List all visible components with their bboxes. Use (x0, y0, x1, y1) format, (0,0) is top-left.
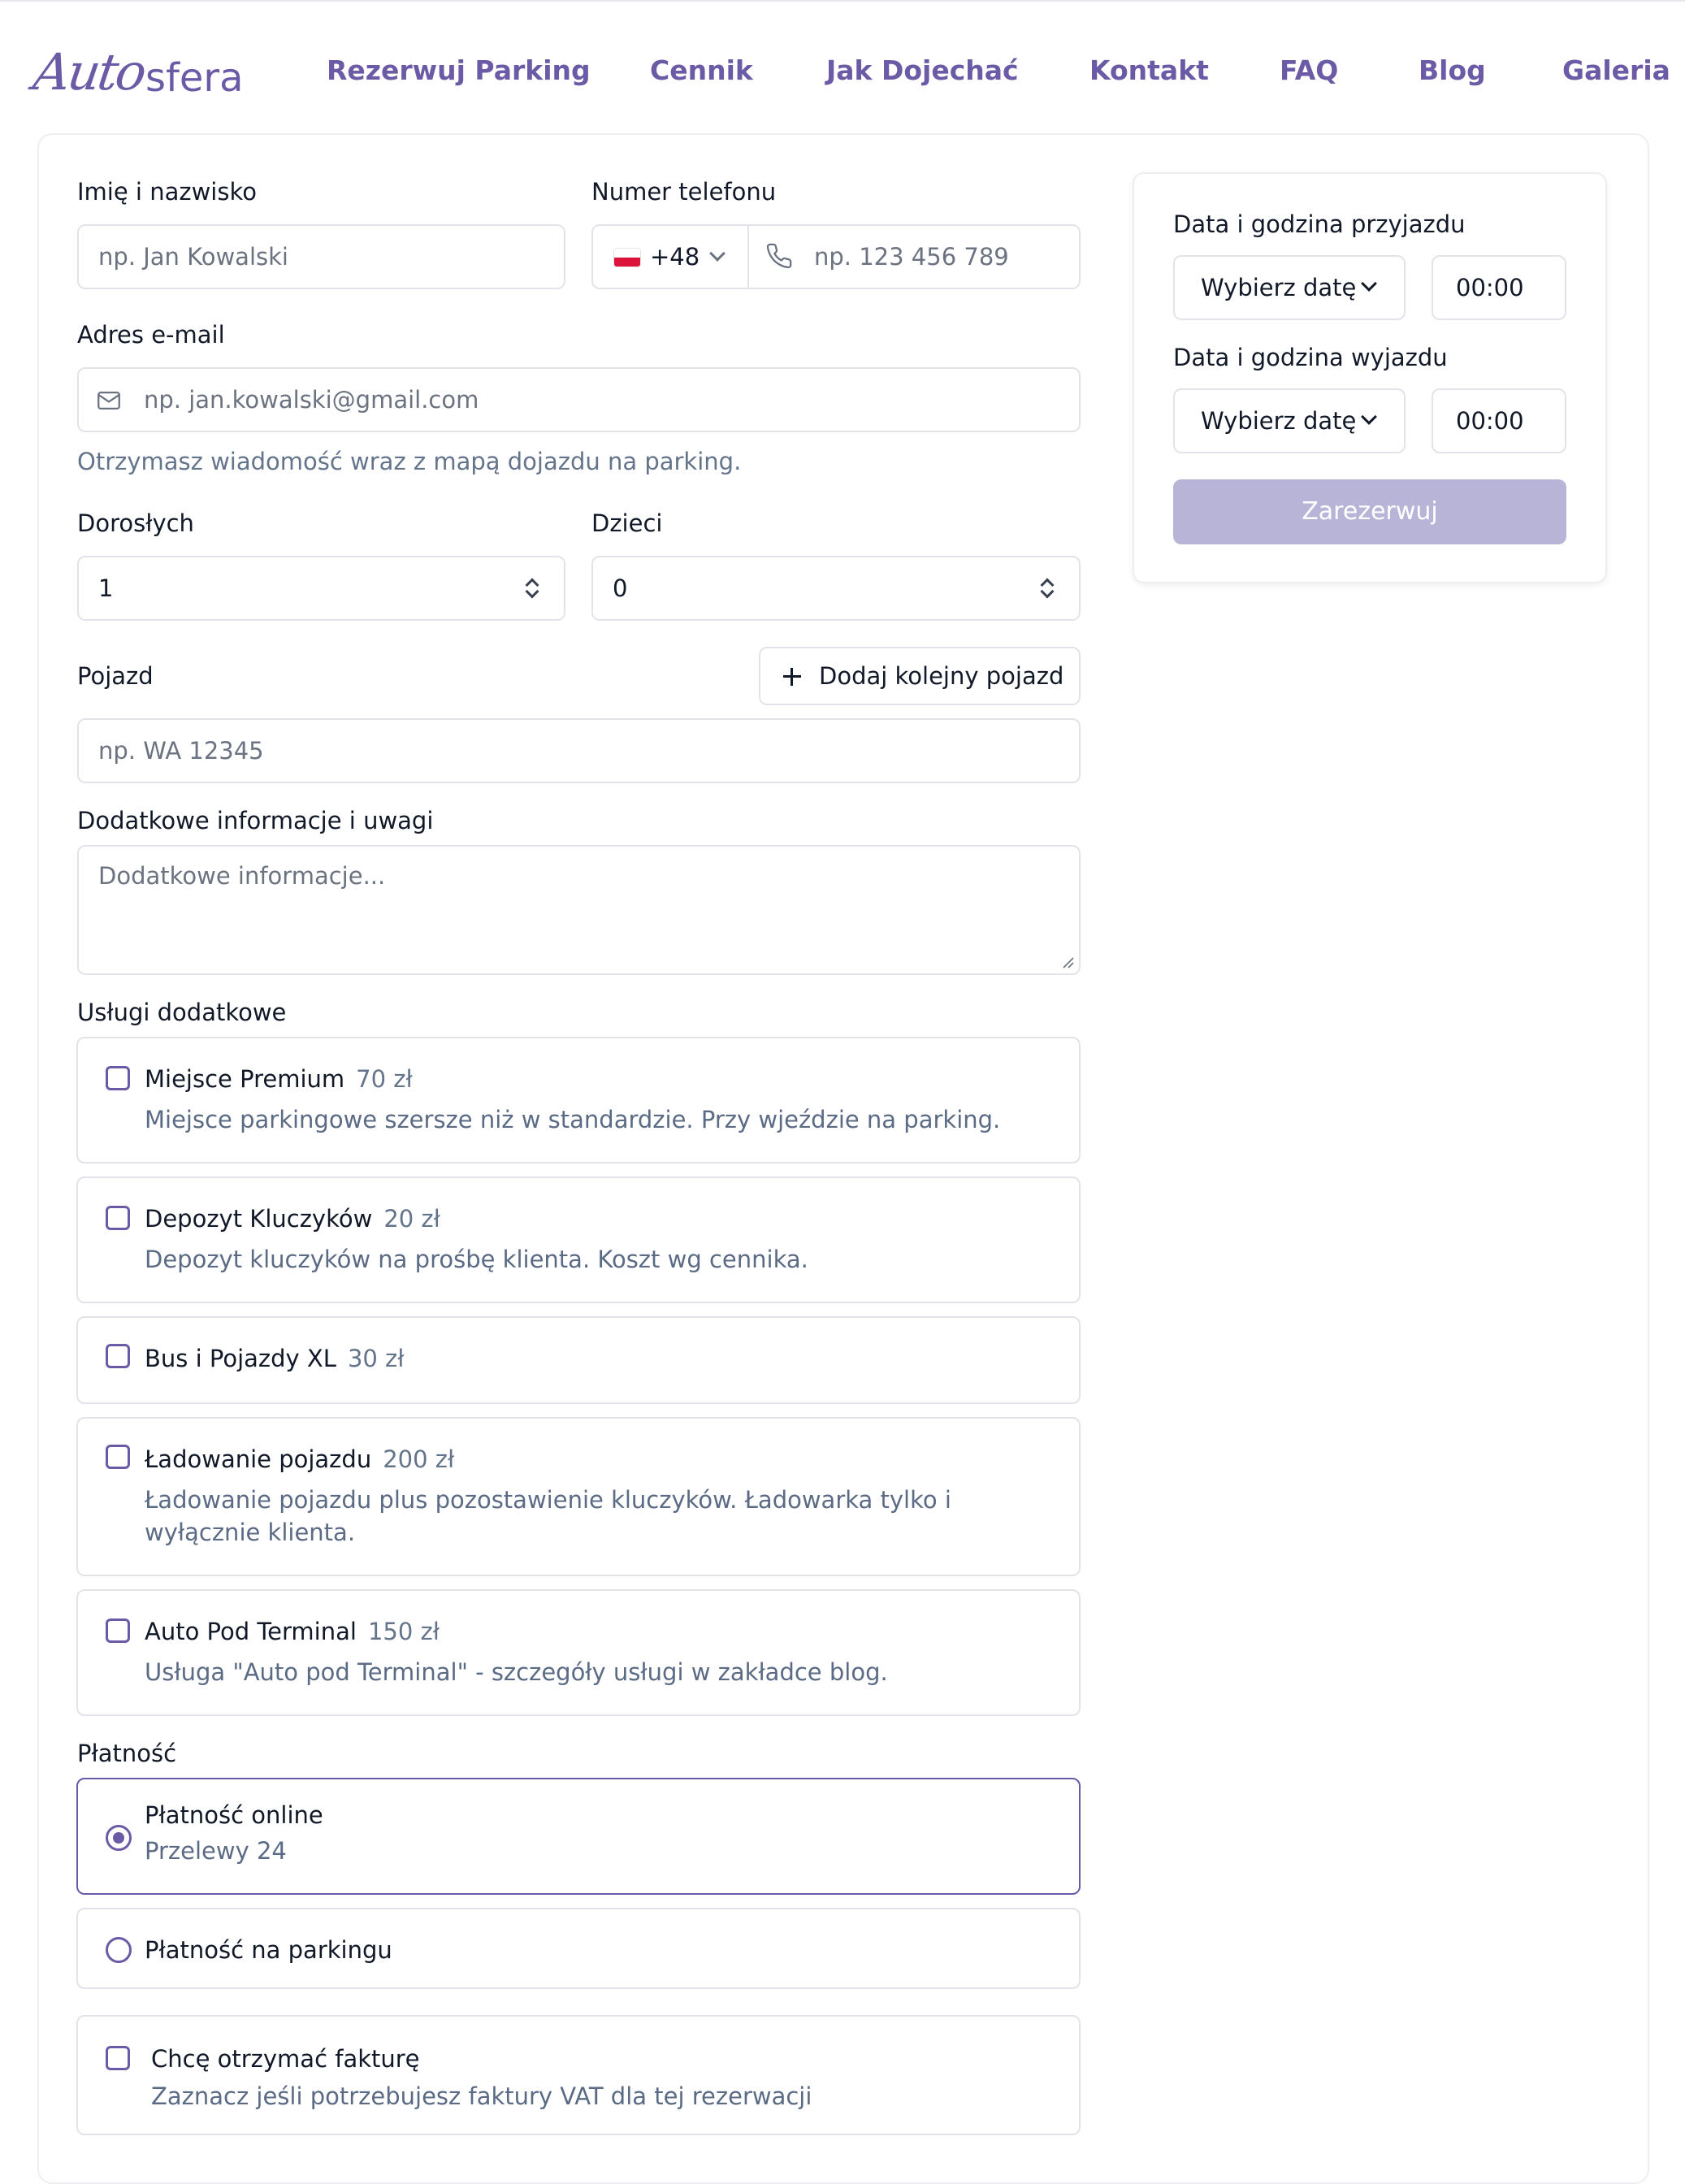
service-bus-pojazdy-xl[interactable]: Bus i Pojazdy XL 30 zł (76, 1316, 1081, 1404)
departure-time-input[interactable]: 00:00 (1432, 388, 1566, 453)
chevron-down-icon (709, 245, 726, 262)
payment-online-title: Płatność online (145, 1801, 323, 1829)
email-label: Adres e-mail (77, 321, 225, 349)
payment-radio-online[interactable] (106, 1825, 132, 1851)
spinner-icon[interactable] (1034, 574, 1059, 604)
nav-jak-dojechac[interactable]: Jak Dojechać (826, 50, 1019, 91)
service-description: Ładowanie pojazdu plus pozostawienie klu… (145, 1486, 951, 1546)
payment-onsite-title: Płatność na parkingu (145, 1936, 392, 1964)
phone-input[interactable]: np. 123 456 789 (804, 226, 1079, 288)
reserve-button[interactable]: Zarezerwuj (1173, 479, 1566, 544)
service-title: Miejsce Premium 70 zł (145, 1065, 413, 1093)
nav-faq[interactable]: FAQ (1280, 50, 1338, 91)
arrival-time-value: 00:00 (1456, 274, 1524, 301)
arrival-label: Data i godzina przyjazdu (1173, 210, 1466, 238)
departure-time-value: 00:00 (1456, 407, 1524, 435)
payment-option-online[interactable]: Płatność online Przelewy 24 (76, 1778, 1081, 1895)
service-title: Auto Pod Terminal 150 zł (145, 1618, 440, 1645)
country-code-select[interactable]: +48 (593, 226, 749, 288)
invoice-checkbox[interactable] (106, 2046, 130, 2070)
invoice-title: Chcę otrzymać fakturę (151, 2045, 420, 2073)
service-price: 70 zł (356, 1065, 413, 1093)
spinner-icon[interactable] (519, 574, 544, 604)
service-price: 30 zł (347, 1345, 405, 1372)
departure-label: Data i godzina wyjazdu (1173, 344, 1448, 371)
nav-rezerwuj-parking[interactable]: Rezerwuj Parking (327, 50, 591, 91)
email-placeholder: np. jan.kowalski@gmail.com (144, 386, 479, 414)
children-label: Dzieci (591, 509, 663, 537)
payment-radio-onsite[interactable] (106, 1937, 132, 1963)
add-vehicle-button[interactable]: Dodaj kolejny pojazd (759, 647, 1081, 705)
notes-placeholder: Dodatkowe informacje... (98, 862, 386, 890)
name-label: Imię i nazwisko (77, 178, 257, 206)
phone-label: Numer telefonu (591, 178, 777, 206)
plus-icon (782, 666, 803, 687)
service-description: Miejsce parkingowe szersze niż w standar… (145, 1106, 1001, 1133)
departure-date-value: Wybierz datę (1201, 407, 1357, 435)
service-checkbox[interactable] (106, 1206, 130, 1230)
payment-online-subtitle: Przelewy 24 (145, 1837, 287, 1865)
resize-handle-icon[interactable] (1061, 956, 1074, 968)
notes-textarea[interactable]: Dodatkowe informacje... (77, 845, 1081, 975)
vehicle-label: Pojazd (77, 662, 154, 690)
payment-option-onsite[interactable]: Płatność na parkingu (76, 1908, 1081, 1989)
service-title: Bus i Pojazdy XL 30 zł (145, 1345, 405, 1372)
vehicle-placeholder: np. WA 12345 (98, 737, 264, 765)
nav-cennik[interactable]: Cennik (650, 50, 753, 91)
nav-galeria[interactable]: Galeria (1562, 50, 1670, 91)
chevron-down-icon (1361, 409, 1377, 425)
children-input[interactable]: 0 (591, 556, 1081, 621)
name-placeholder: np. Jan Kowalski (98, 243, 288, 271)
service-checkbox[interactable] (106, 1344, 130, 1368)
adults-label: Dorosłych (77, 509, 194, 537)
service-miejsce-premium[interactable]: Miejsce Premium 70 zł Miejsce parkingowe … (76, 1037, 1081, 1164)
adults-value: 1 (98, 574, 114, 602)
phone-placeholder: np. 123 456 789 (814, 243, 1009, 271)
email-hint: Otrzymasz wiadomość wraz z mapą dojazdu … (77, 448, 742, 475)
service-checkbox[interactable] (106, 1066, 130, 1090)
service-ladowanie-pojazdu[interactable]: Ładowanie pojazdu 200 zł Ładowanie pojazd… (76, 1417, 1081, 1576)
service-description: Depozyt kluczyków na prośbę klienta. Kos… (145, 1246, 808, 1273)
service-checkbox[interactable] (106, 1445, 130, 1469)
arrival-date-value: Wybierz datę (1201, 274, 1357, 301)
service-description: Usługa "Auto pod Terminal" - szczegóły u… (145, 1658, 888, 1686)
flag-poland-icon (614, 249, 640, 266)
invoice-description: Zaznacz jeśli potrzebujesz faktury VAT d… (151, 2082, 812, 2110)
invoice-option[interactable]: Chcę otrzymać fakturę Zaznacz jeśli potr… (76, 2015, 1081, 2135)
nav-kontakt[interactable]: Kontakt (1089, 50, 1209, 91)
service-auto-pod-terminal[interactable]: Auto Pod Terminal 150 zł Usługa "Auto pod… (76, 1589, 1081, 1716)
main-nav: Rezerwuj Parking Cennik Jak Dojechać Kon… (0, 50, 1685, 91)
arrival-date-select[interactable]: Wybierz datę (1173, 255, 1406, 320)
payment-label: Płatność (77, 1740, 177, 1767)
chevron-down-icon (1361, 275, 1377, 292)
service-price: 150 zł (367, 1618, 440, 1645)
email-input[interactable]: np. jan.kowalski@gmail.com (77, 367, 1081, 432)
country-code: +48 (650, 243, 700, 271)
arrival-time-input[interactable]: 00:00 (1432, 255, 1566, 320)
service-depozyt-kluczykow[interactable]: Depozyt Kluczyków 20 zł Depozyt kluczyków… (76, 1176, 1081, 1303)
vehicle-input[interactable]: np. WA 12345 (77, 718, 1081, 783)
service-price: 20 zł (383, 1205, 440, 1233)
departure-date-select[interactable]: Wybierz datę (1173, 388, 1406, 453)
service-title: Ładowanie pojazdu 200 zł (145, 1445, 455, 1473)
adults-input[interactable]: 1 (77, 556, 565, 621)
service-price: 200 zł (383, 1445, 455, 1473)
name-input[interactable]: np. Jan Kowalski (77, 224, 565, 289)
mail-icon (95, 387, 123, 414)
service-checkbox[interactable] (106, 1618, 130, 1643)
site-header: Auto sfera Rezerwuj Parking Cennik Jak Do… (0, 2, 1685, 130)
children-value: 0 (613, 574, 628, 602)
notes-label: Dodatkowe informacje i uwagi (77, 807, 434, 834)
service-title: Depozyt Kluczyków 20 zł (145, 1205, 440, 1233)
nav-blog[interactable]: Blog (1419, 50, 1486, 91)
phone-icon (765, 242, 793, 270)
services-label: Usługi dodatkowe (77, 999, 287, 1026)
add-vehicle-label: Dodaj kolejny pojazd (819, 662, 1064, 690)
